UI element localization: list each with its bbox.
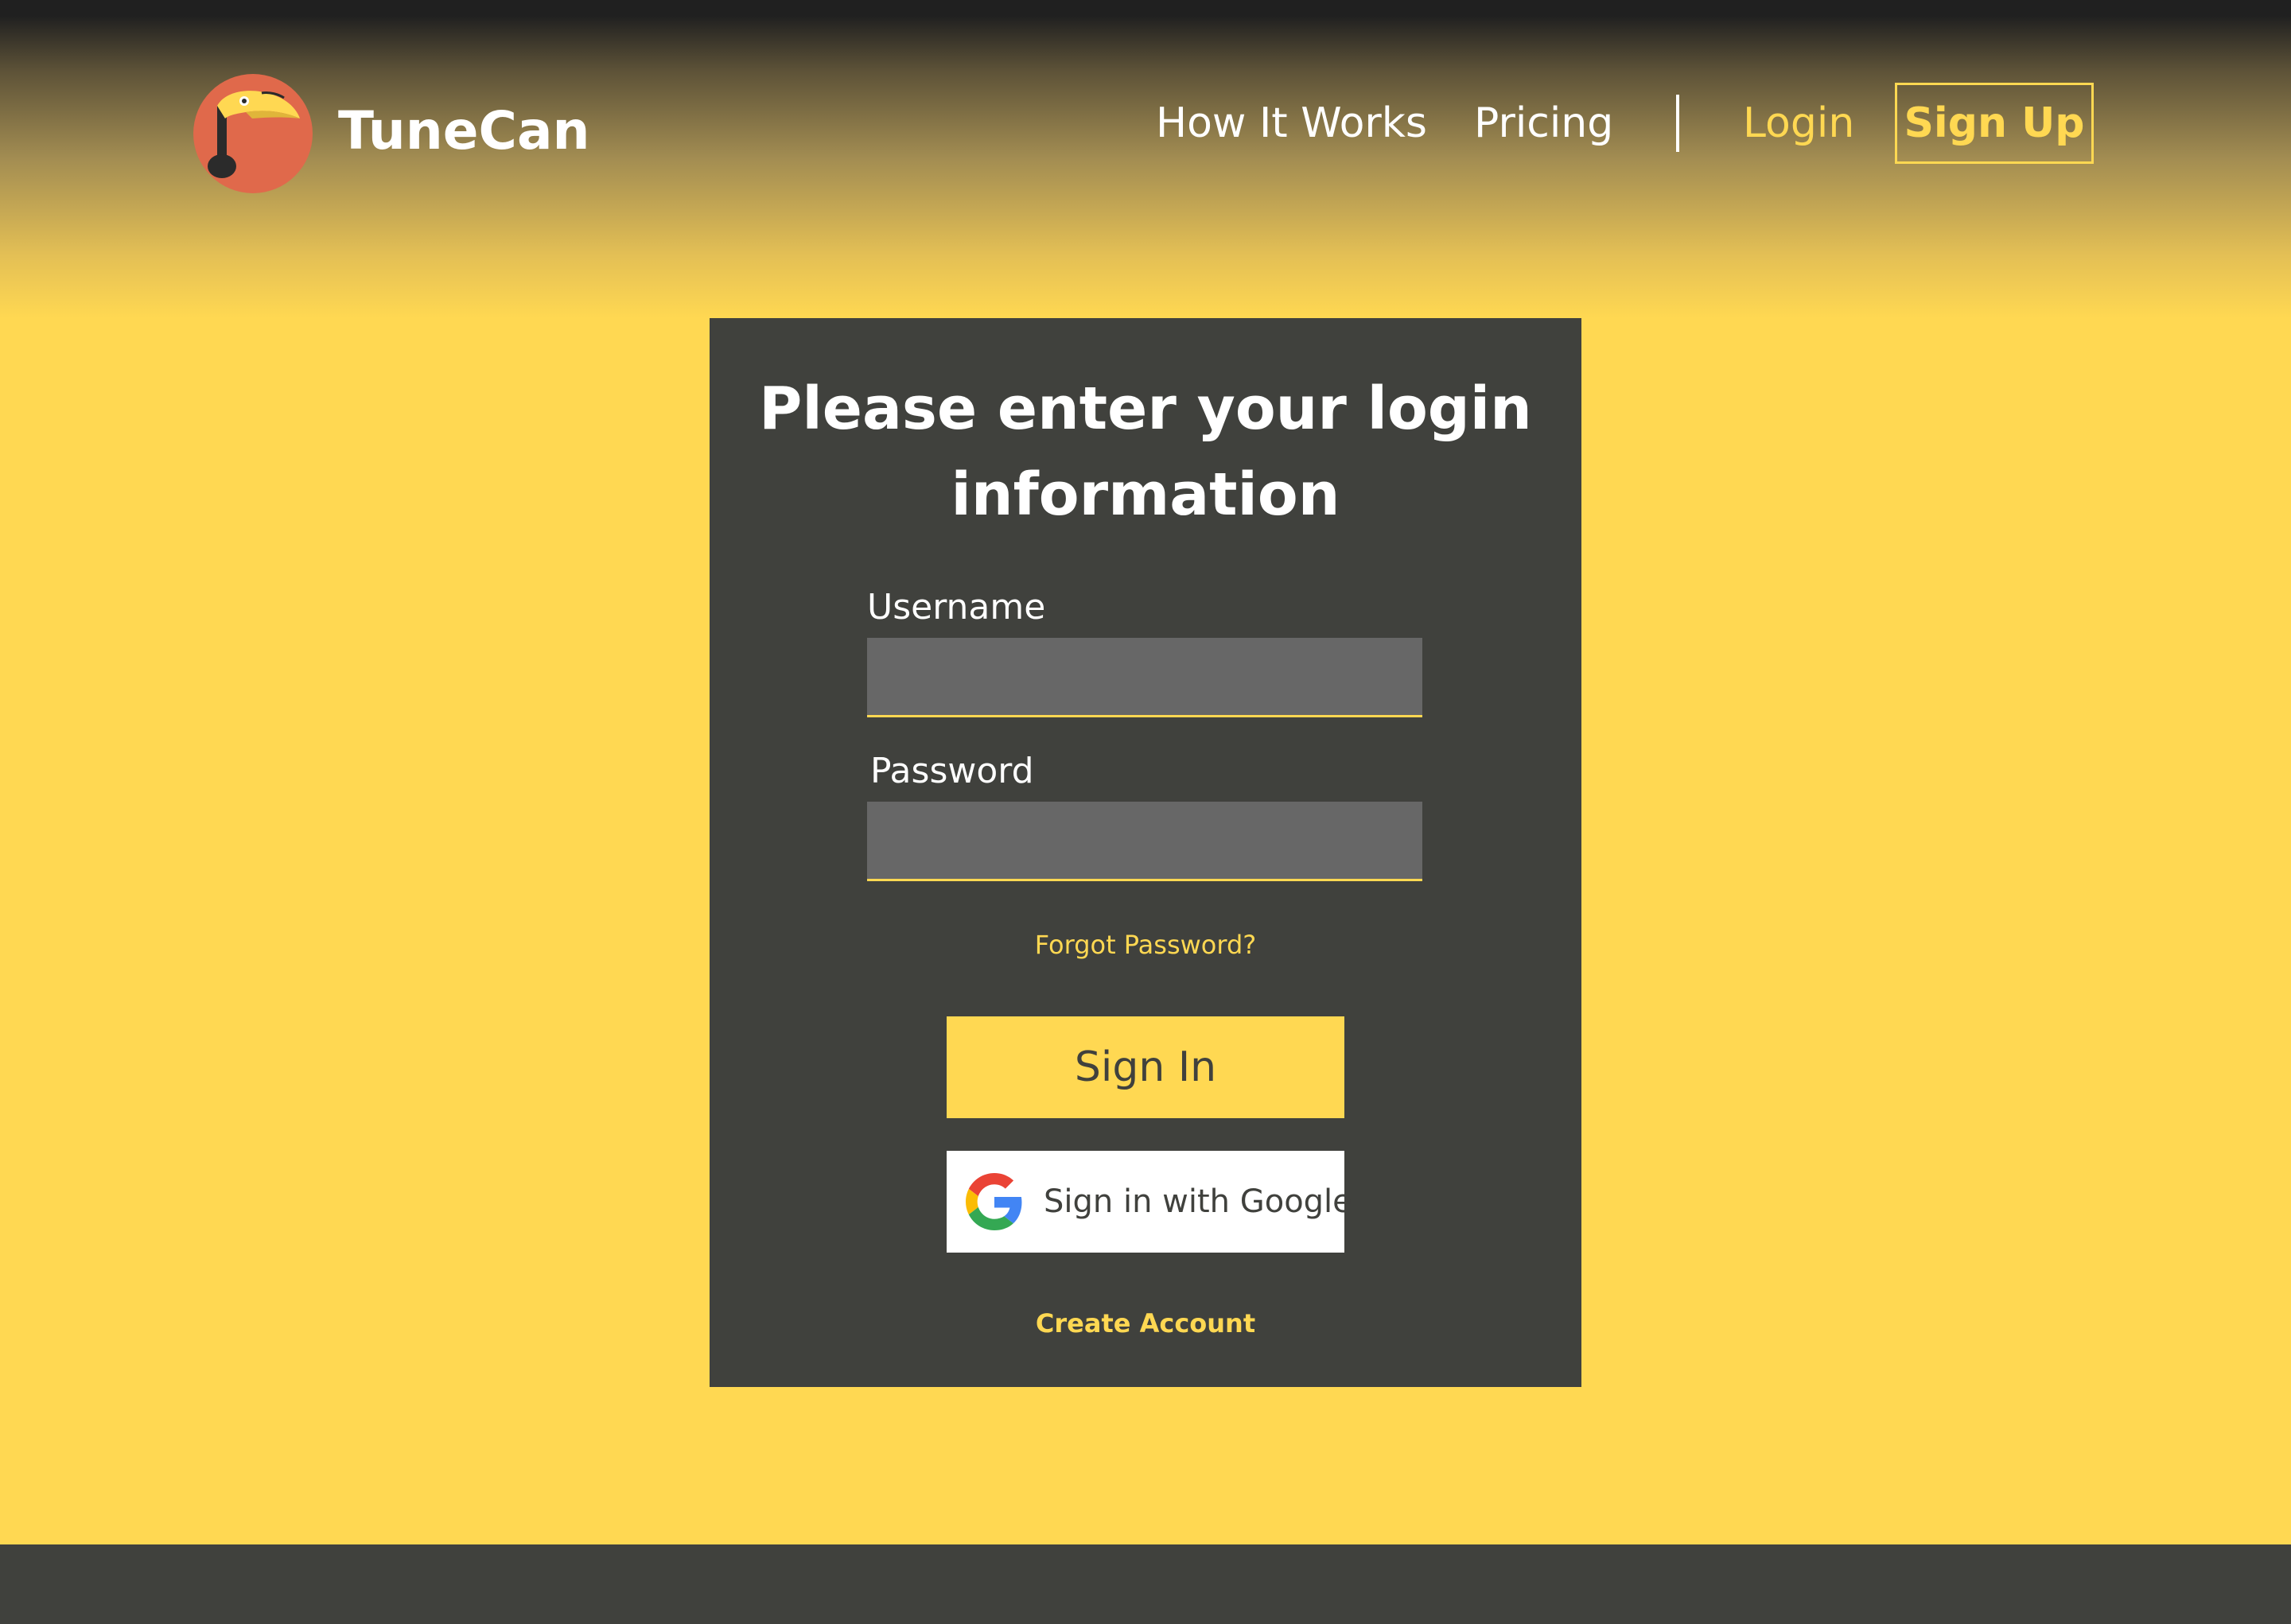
create-account-link[interactable]: Create Account [710,1306,1581,1341]
username-label: Username [867,587,1046,627]
password-input[interactable] [867,802,1422,881]
nav-pricing[interactable]: Pricing [1474,94,1613,153]
brand-name[interactable]: TuneCan [338,95,589,167]
nav-login[interactable]: Login [1743,94,1854,153]
site-header: TuneCan How It Works Pricing Login Sign … [0,0,2291,318]
sign-up-button[interactable]: Sign Up [1895,83,2094,164]
nav-divider [1676,95,1679,152]
password-label: Password [870,751,1034,791]
google-sign-in-button[interactable]: Sign in with Google [947,1151,1352,1253]
login-title: Please enter your login information [759,375,1532,529]
forgot-password-link[interactable]: Forgot Password? [710,927,1581,962]
nav-how-it-works[interactable]: How It Works [1156,94,1427,153]
sign-in-button[interactable]: Sign In [947,1016,1344,1118]
google-sign-in-label: Sign in with Google [1044,1183,1352,1220]
toucan-logo-icon[interactable] [193,74,313,193]
google-g-icon [966,1173,1022,1230]
login-card: Please enter your login information User… [710,318,1581,1387]
username-input[interactable] [867,638,1422,717]
site-footer [0,1544,2291,1624]
